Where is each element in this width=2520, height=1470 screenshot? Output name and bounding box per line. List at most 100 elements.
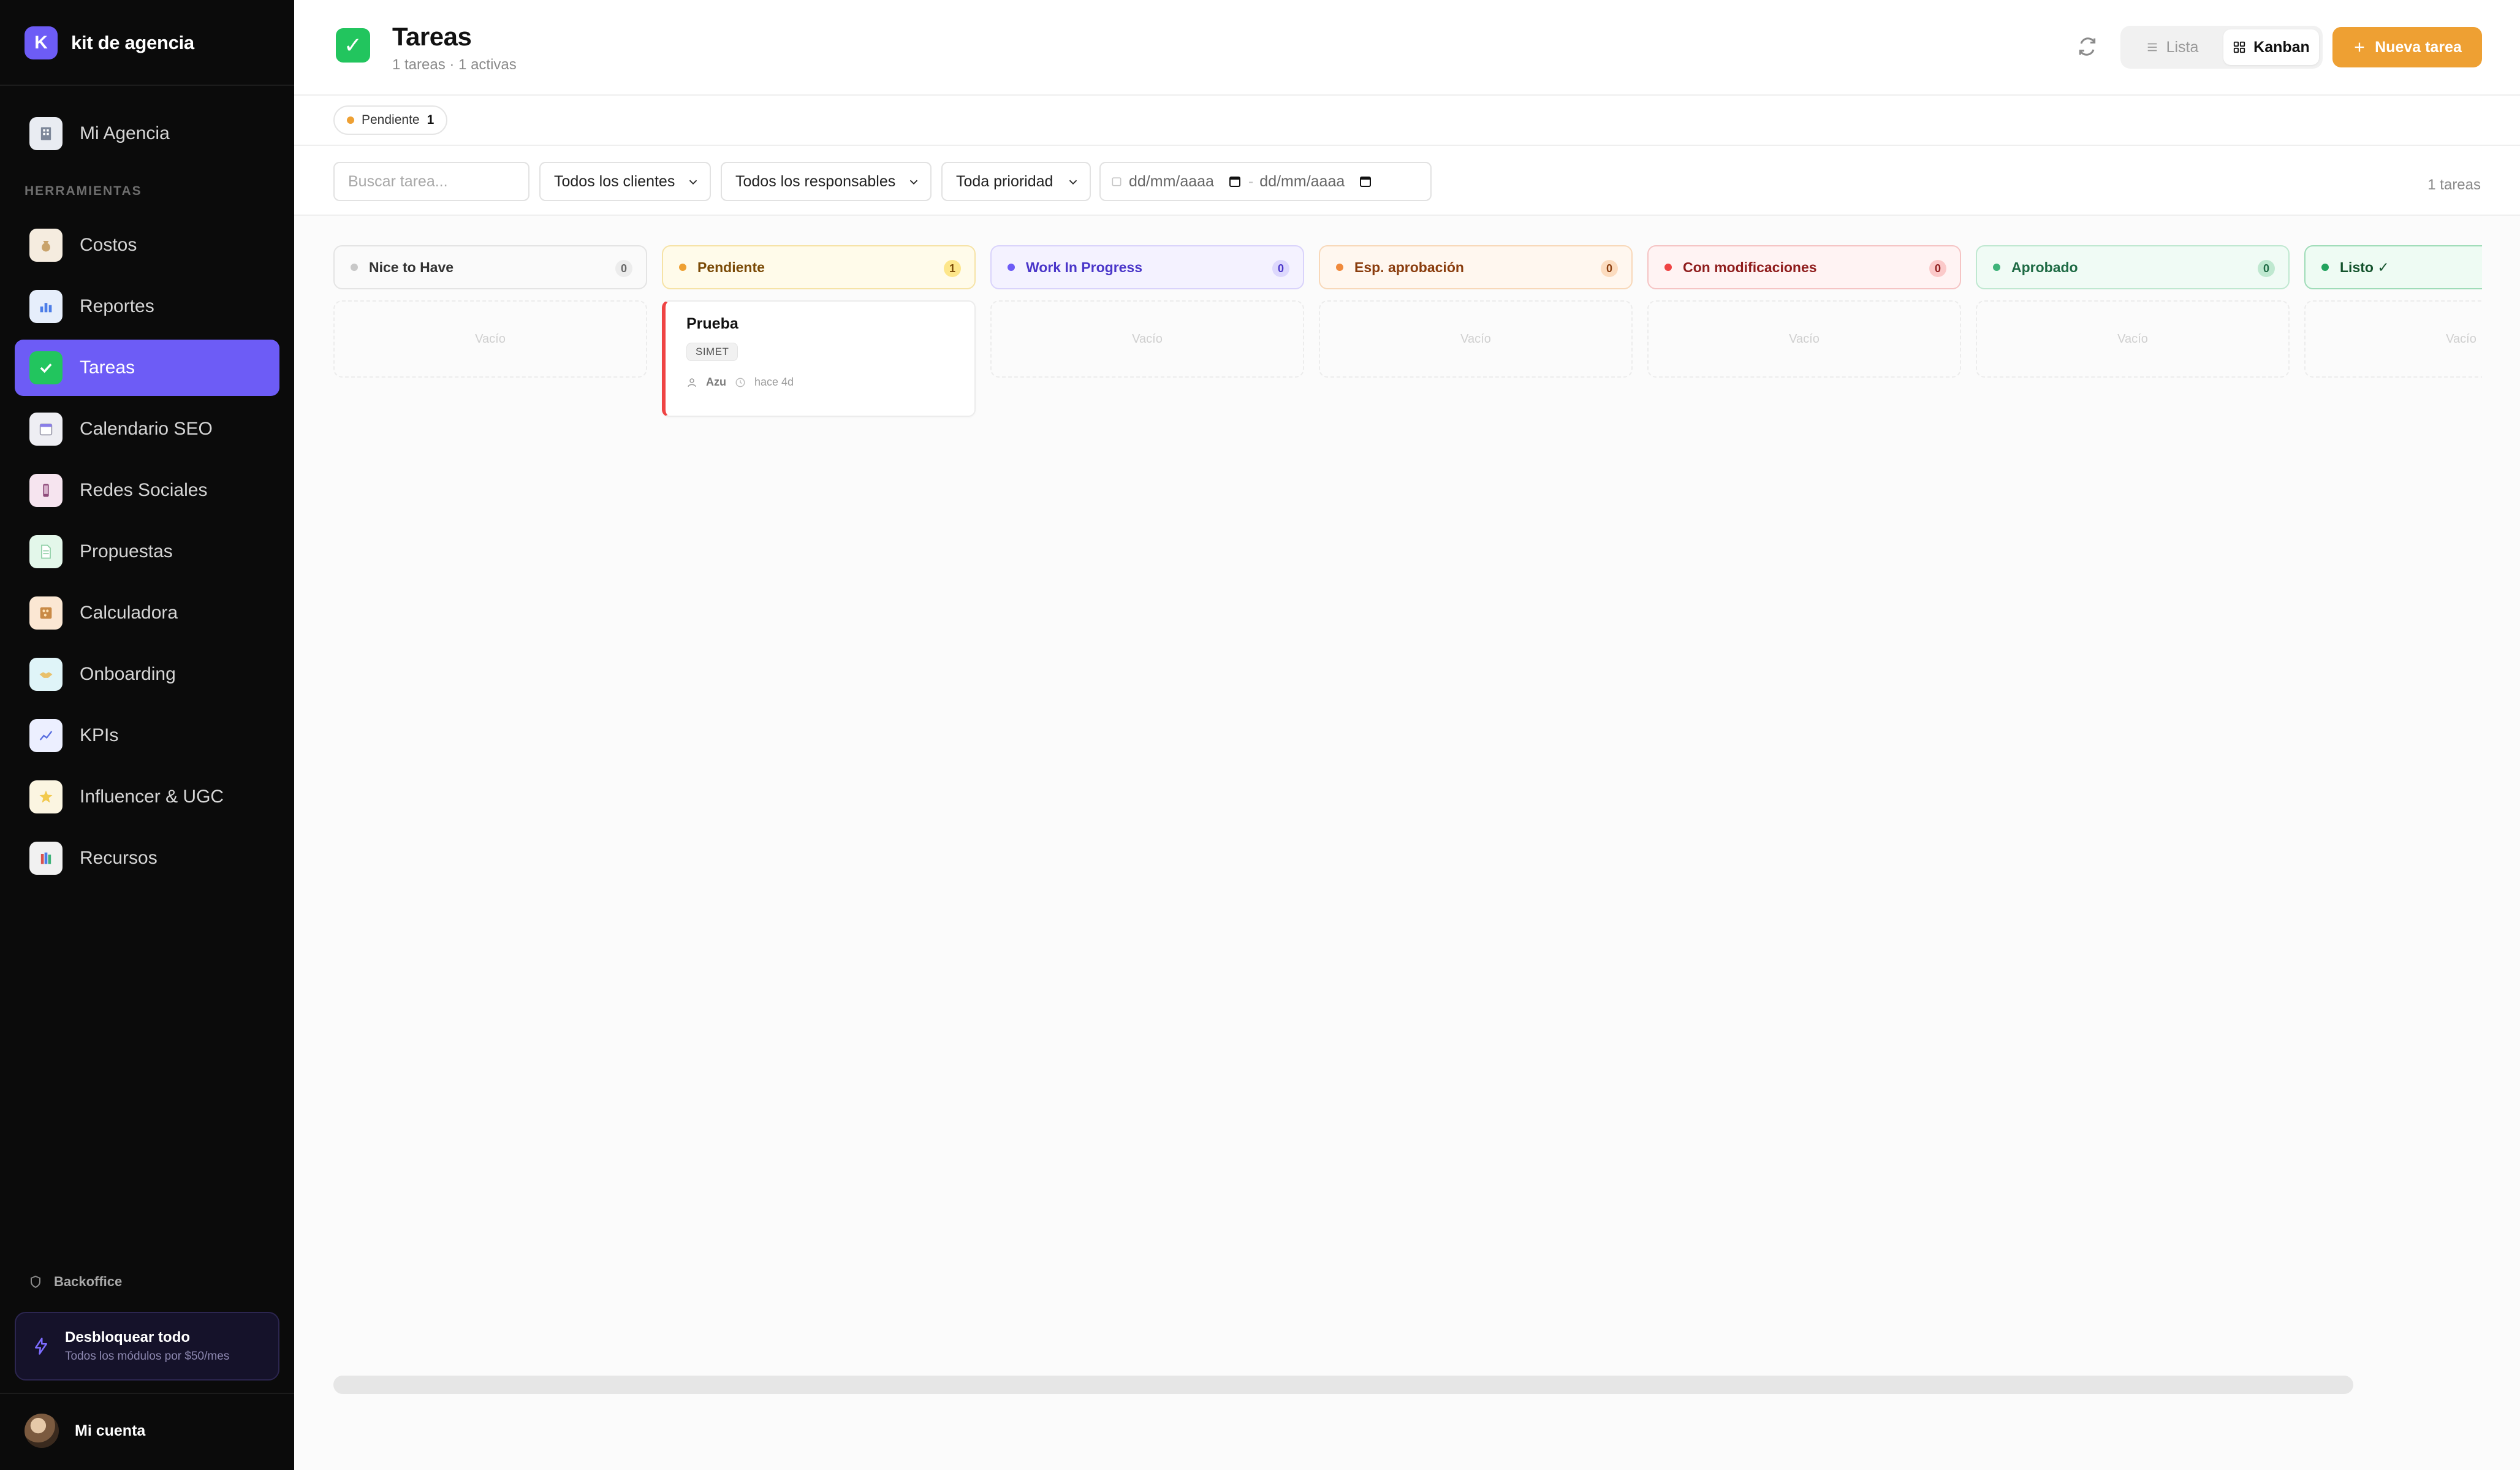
sidebar: K kit de agencia Mi Agencia HERRAMIENTAS… bbox=[0, 0, 294, 1470]
status-chip-pendiente[interactable]: Pendiente 1 bbox=[333, 105, 448, 135]
bar-chart-icon bbox=[29, 290, 63, 323]
column-dot bbox=[351, 264, 358, 271]
column-dot bbox=[2321, 264, 2329, 271]
filter-bar: Buscar tarea... Todos los clientes Todos… bbox=[294, 146, 2520, 216]
column-header[interactable]: Con modificaciones 0 bbox=[1647, 245, 1961, 289]
column-header[interactable]: Pendiente 1 bbox=[662, 245, 976, 289]
brand[interactable]: K kit de agencia bbox=[25, 26, 194, 60]
sidebar-item-reportes[interactable]: Reportes bbox=[15, 278, 279, 335]
sidebar-item-label: KPIs bbox=[80, 725, 119, 745]
account-label: Mi cuenta bbox=[75, 1422, 146, 1439]
horizontal-scrollbar[interactable] bbox=[333, 1376, 2353, 1394]
client-select-value: Todos los clientes bbox=[554, 172, 675, 190]
sidebar-item-label: Reportes bbox=[80, 296, 154, 316]
sidebar-item-costos[interactable]: Costos bbox=[15, 217, 279, 273]
list-icon bbox=[2147, 43, 2157, 51]
calendar-icon bbox=[29, 413, 63, 446]
refresh-button[interactable] bbox=[2075, 34, 2100, 59]
page-header: ✓ Tareas 1 tareas · 1 activas Lista Kanb… bbox=[294, 0, 2520, 96]
column-count: 0 bbox=[2258, 260, 2275, 277]
column-count: 0 bbox=[1929, 260, 1946, 277]
mobile-phone-icon bbox=[29, 474, 63, 507]
column-empty-state: Vacío bbox=[1976, 300, 2290, 378]
kanban-column: Listo ✓ Vacío bbox=[2304, 245, 2482, 378]
sidebar-item-recursos[interactable]: Recursos bbox=[15, 830, 279, 886]
backoffice-link[interactable]: Backoffice bbox=[28, 1274, 122, 1290]
kanban-column: Nice to Have 0 Vacío bbox=[333, 245, 647, 378]
status-chip-label: Pendiente bbox=[362, 113, 420, 127]
sidebar-item-influencer-ugc[interactable]: Influencer & UGC bbox=[15, 769, 279, 825]
column-empty-state: Vacío bbox=[2304, 300, 2482, 378]
column-empty-state: Vacío bbox=[1319, 300, 1633, 378]
column-dot bbox=[1008, 264, 1015, 271]
date-from-input[interactable]: dd/mm/aaaa bbox=[1129, 173, 1214, 191]
view-toggle: Lista Kanban bbox=[2120, 26, 2323, 69]
sidebar-divider bbox=[0, 85, 294, 86]
unlock-title: Desbloquear todo bbox=[65, 1329, 191, 1346]
column-dot bbox=[1993, 264, 2000, 271]
column-header[interactable]: Aprobado 0 bbox=[1976, 245, 2290, 289]
sidebar-item-tareas[interactable]: Tareas bbox=[15, 340, 279, 396]
view-kanban-button[interactable]: Kanban bbox=[2223, 29, 2319, 65]
priority-select[interactable]: Toda prioridad bbox=[941, 162, 1091, 201]
calendar-icon bbox=[1112, 177, 1121, 186]
column-title: Aprobado bbox=[2011, 259, 2078, 275]
column-header[interactable]: Work In Progress 0 bbox=[990, 245, 1304, 289]
kanban-board: Nice to Have 0 Vacío Pendiente 1 Prueba … bbox=[333, 245, 2482, 1349]
sidebar-item-label: Calendario SEO bbox=[80, 419, 213, 439]
unlock-subtitle: Todos los módulos por $50/mes bbox=[65, 1350, 230, 1363]
sidebar-item-kpis[interactable]: KPIs bbox=[15, 707, 279, 764]
sidebar-item-calendario-seo[interactable]: Calendario SEO bbox=[15, 401, 279, 457]
page-title: Tareas bbox=[392, 22, 472, 51]
sidebar-item-calculadora[interactable]: Calculadora bbox=[15, 585, 279, 641]
sidebar-item-label: Costos bbox=[80, 235, 137, 255]
star-icon bbox=[29, 780, 63, 813]
task-meta: Azu hace 4d bbox=[686, 376, 974, 389]
task-assignee: Azu bbox=[706, 376, 726, 388]
date-to-input[interactable]: dd/mm/aaaa bbox=[1259, 173, 1345, 191]
column-empty-state: Vacío bbox=[990, 300, 1304, 378]
chevron-down-icon bbox=[689, 180, 697, 185]
sidebar-item-mi-agencia[interactable]: Mi Agencia bbox=[15, 105, 279, 162]
owner-select[interactable]: Todos los responsables bbox=[721, 162, 932, 201]
column-count: 0 bbox=[615, 260, 632, 277]
column-title: Esp. aprobación bbox=[1354, 259, 1464, 275]
refresh-icon bbox=[2079, 37, 2096, 56]
search-input[interactable]: Buscar tarea... bbox=[333, 162, 529, 201]
calendar-picker-icon[interactable] bbox=[1228, 174, 1242, 189]
column-header[interactable]: Nice to Have 0 bbox=[333, 245, 647, 289]
sidebar-item-redes-sociales[interactable]: Redes Sociales bbox=[15, 462, 279, 519]
shield-icon bbox=[31, 1275, 40, 1289]
account-button[interactable]: Mi cuenta bbox=[25, 1414, 145, 1448]
handshake-icon bbox=[29, 658, 63, 691]
column-dot bbox=[1336, 264, 1343, 271]
new-task-button[interactable]: Nueva tarea bbox=[2332, 27, 2482, 67]
check-box-icon: ✓ bbox=[336, 28, 370, 63]
column-dot bbox=[1664, 264, 1672, 271]
column-header[interactable]: Esp. aprobación 0 bbox=[1319, 245, 1633, 289]
document-icon bbox=[29, 535, 63, 568]
page-subtitle: 1 tareas · 1 activas bbox=[392, 56, 517, 73]
calendar-picker-icon[interactable] bbox=[1358, 174, 1373, 189]
kanban-column: Aprobado 0 Vacío bbox=[1976, 245, 2290, 378]
column-empty-state: Vacío bbox=[333, 300, 647, 378]
date-range-filter: dd/mm/aaaa - dd/mm/aaaa bbox=[1099, 162, 1432, 201]
sidebar-divider bbox=[0, 1393, 294, 1394]
unlock-all-button[interactable]: Desbloquear todo Todos los módulos por $… bbox=[15, 1312, 279, 1381]
column-count: 0 bbox=[1601, 260, 1618, 277]
sidebar-item-label: Onboarding bbox=[80, 664, 176, 684]
lightning-icon bbox=[35, 1338, 47, 1355]
kanban-column: Work In Progress 0 Vacío bbox=[990, 245, 1304, 378]
view-list-button[interactable]: Lista bbox=[2124, 29, 2220, 65]
task-card[interactable]: Prueba SIMET Azu hace 4d bbox=[662, 300, 976, 417]
chevron-down-icon bbox=[1069, 180, 1077, 185]
column-header[interactable]: Listo ✓ bbox=[2304, 245, 2482, 289]
column-title: Pendiente bbox=[697, 259, 765, 275]
sidebar-item-propuestas[interactable]: Propuestas bbox=[15, 524, 279, 580]
plus-icon bbox=[2355, 42, 2364, 52]
sidebar-item-onboarding[interactable]: Onboarding bbox=[15, 646, 279, 703]
owner-select-value: Todos los responsables bbox=[735, 172, 896, 190]
status-summary-bar: Pendiente 1 bbox=[294, 96, 2520, 146]
sidebar-item-label: Mi Agencia bbox=[80, 123, 170, 143]
client-select[interactable]: Todos los clientes bbox=[539, 162, 711, 201]
